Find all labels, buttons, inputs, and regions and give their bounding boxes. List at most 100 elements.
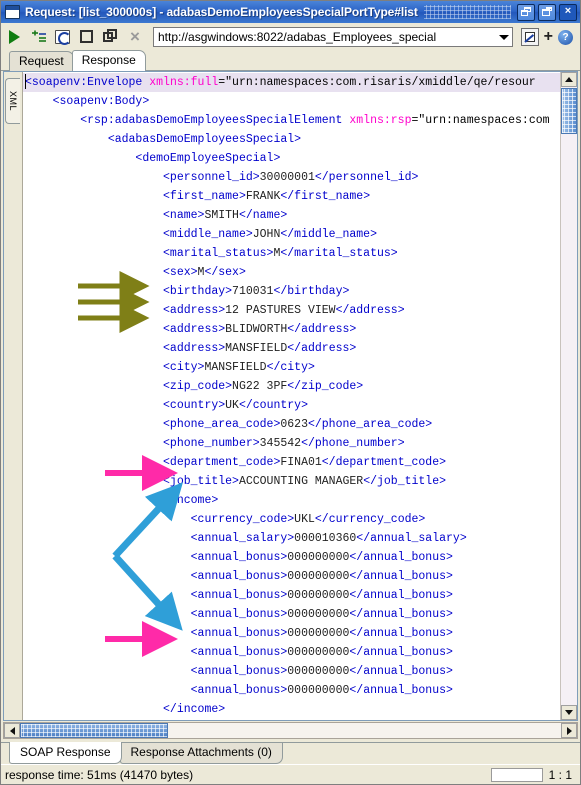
tab-response-attachments[interactable]: Response Attachments (0) <box>119 742 283 764</box>
xml-line: <annual_bonus>000000000</annual_bonus> <box>23 605 560 624</box>
recreate-request-button[interactable] <box>53 27 73 47</box>
xml-token: <phone_number> <box>163 437 260 450</box>
xml-line: <department_code>FINA01</department_code… <box>23 453 560 472</box>
triangle-left-icon <box>9 726 15 735</box>
xml-line: <annual_bonus>000000000</annual_bonus> <box>23 643 560 662</box>
xml-line: <name>SMITH</name> <box>23 206 560 225</box>
xml-line: <job_title>ACCOUNTING MANAGER</job_title… <box>23 472 560 491</box>
endpoint-combobox[interactable]: http://asgwindows:8022/adabas_Employees_… <box>153 27 513 47</box>
xml-line: <income> <box>23 491 560 510</box>
status-input-field[interactable] <box>490 767 543 782</box>
xml-line: <city>MANSFIELD</city> <box>23 358 560 377</box>
cancel-button[interactable]: × <box>125 27 145 47</box>
tab-response[interactable]: Response <box>71 50 146 71</box>
xml-line: <phone_number>345542</phone_number> <box>23 434 560 453</box>
caret-position-label: 1 : 1 <box>548 767 572 782</box>
xml-token: 000000000 <box>287 570 350 583</box>
xml-token: <zip_code> <box>163 380 233 393</box>
toolbar: × http://asgwindows:8022/adabas_Employee… <box>1 23 580 51</box>
tab-soap-response[interactable]: SOAP Response <box>9 742 122 764</box>
xml-token: UK <box>225 399 239 412</box>
xml-line: <rsp:adabasDemoEmployeesSpecialElement x… <box>23 111 560 130</box>
xml-line: <country>UK</country> <box>23 396 560 415</box>
xml-token: </personnel_id> <box>314 171 419 184</box>
xml-token: </first_name> <box>280 190 371 203</box>
stop-button[interactable] <box>77 27 97 47</box>
help-icon[interactable]: ? <box>558 29 573 45</box>
chevron-down-icon[interactable] <box>496 28 512 46</box>
scroll-right-button[interactable] <box>561 723 577 738</box>
maximize-button[interactable] <box>538 3 556 21</box>
xml-token: 000000000 <box>287 665 350 678</box>
xml-token: xmlns:full <box>149 76 219 89</box>
xml-token: ="urn:namespaces:com <box>411 114 550 127</box>
tab-request[interactable]: Request <box>9 51 74 71</box>
response-time-label: response time: 51ms (41470 bytes) <box>5 767 194 782</box>
side-tab-xml[interactable]: XML <box>5 78 20 124</box>
xml-token: <annual_bonus> <box>190 589 288 602</box>
xml-token: <annual_bonus> <box>190 684 288 697</box>
xml-code-area[interactable]: <soapenv:Envelope xmlns:full="urn:namesp… <box>23 72 560 720</box>
xml-token: MANSFIELD <box>204 361 267 374</box>
xml-token: 000000000 <box>287 646 350 659</box>
xml-token: </annual_bonus> <box>349 684 453 697</box>
clone-request-button[interactable] <box>101 27 121 47</box>
run-request-button[interactable] <box>5 27 25 47</box>
xml-token: </annual_bonus> <box>349 627 453 640</box>
xml-token: ACCOUNTING MANAGER <box>238 475 364 488</box>
xml-line: <currency_code>UKL</currency_code> <box>23 510 560 529</box>
xml-line: </income> <box>23 700 560 719</box>
xml-token: ="urn:namespaces:com.risaris/xmiddle/qe/… <box>218 76 536 89</box>
xml-token: 000000000 <box>287 684 350 697</box>
xml-token: </annual_bonus> <box>349 551 453 564</box>
toolbar-right-group: + ? <box>520 28 576 46</box>
horizontal-scroll-track[interactable] <box>20 723 561 738</box>
xml-token: </phone_number> <box>301 437 405 450</box>
xml-token: <currency_code> <box>190 513 295 526</box>
xml-token: <sex> <box>163 266 198 279</box>
play-icon <box>9 30 20 44</box>
response-editor: XML <soapenv:Envelope xmlns:full="urn:na… <box>3 71 578 721</box>
xml-line: <income> <box>23 719 560 720</box>
title-bar: Request: [list_300000s] - adabasDemoEmpl… <box>1 1 580 23</box>
xml-token: </name> <box>238 209 288 222</box>
xml-token: <income> <box>163 494 219 507</box>
scroll-up-button[interactable] <box>561 72 577 87</box>
xml-token: </address> <box>287 323 357 336</box>
xml-line: <address>BLIDWORTH</address> <box>23 320 560 339</box>
xml-token: MANSFIELD <box>225 342 288 355</box>
xml-token: 000000000 <box>287 627 350 640</box>
xml-token: 0623 <box>280 418 308 431</box>
xml-token: <annual_bonus> <box>190 627 288 640</box>
scroll-left-button[interactable] <box>4 723 20 738</box>
xml-token: </annual_bonus> <box>349 589 453 602</box>
xml-line: <address>MANSFIELD</address> <box>23 339 560 358</box>
xml-token: <address> <box>163 323 226 336</box>
triangle-up-icon <box>565 77 573 82</box>
xml-token: <personnel_id> <box>163 171 260 184</box>
plus-icon[interactable]: + <box>544 29 553 45</box>
vertical-scrollbar[interactable] <box>560 72 577 720</box>
xml-line: <annual_bonus>000000000</annual_bonus> <box>23 624 560 643</box>
editor-side-tabs: XML <box>4 72 23 720</box>
horizontal-scrollbar[interactable] <box>3 722 578 739</box>
xml-token: <annual_bonus> <box>190 551 288 564</box>
xml-token: <name> <box>163 209 205 222</box>
add-to-testcase-button[interactable] <box>29 27 49 47</box>
refresh-icon <box>55 30 71 45</box>
wsdl-icon[interactable] <box>520 28 539 46</box>
close-button[interactable]: × <box>559 3 577 21</box>
xml-line: <first_name>FRANK</first_name> <box>23 187 560 206</box>
xml-token: </address> <box>335 304 405 317</box>
xml-token: </address> <box>287 342 357 355</box>
scroll-down-button[interactable] <box>561 705 577 720</box>
xml-token: </birthday> <box>273 285 350 298</box>
xml-token: 000000000 <box>287 608 350 621</box>
restore-button[interactable] <box>517 3 535 21</box>
xml-token: <annual_bonus> <box>190 608 288 621</box>
xml-token: BLIDWORTH <box>225 323 288 336</box>
xml-token: <annual_bonus> <box>190 646 288 659</box>
horizontal-scroll-thumb[interactable] <box>20 723 168 738</box>
vertical-scroll-thumb[interactable] <box>561 88 577 134</box>
xml-token: <birthday> <box>163 285 233 298</box>
